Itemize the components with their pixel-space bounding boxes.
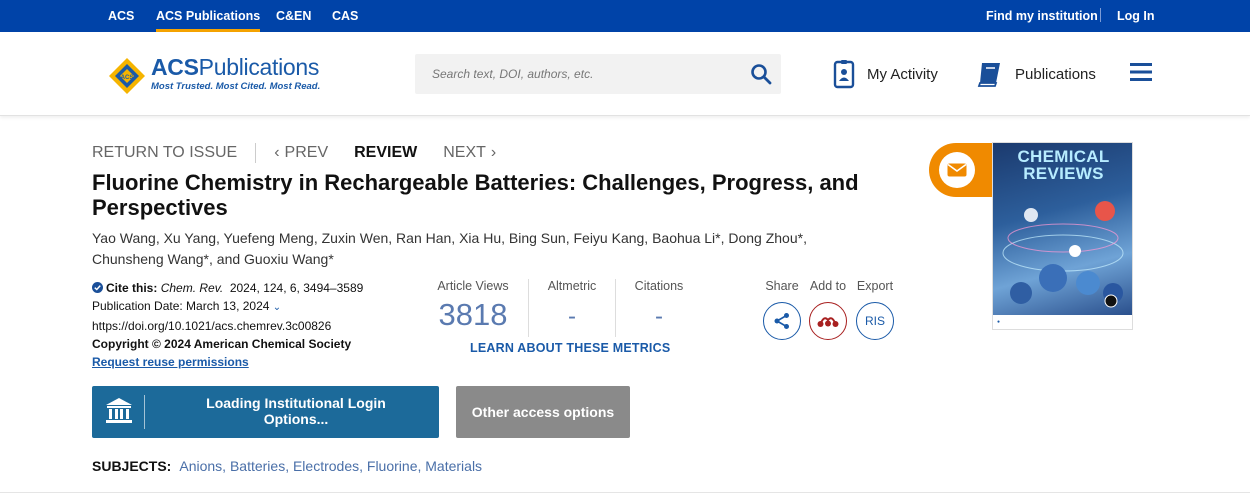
share-tool: Share (762, 279, 802, 340)
institution-building-icon (106, 398, 132, 423)
cite-this[interactable]: Cite this: Chem. Rev. 2024, 124, 6, 3494… (92, 279, 402, 297)
add-to-label: Add to (809, 279, 847, 293)
article-authors: Yao Wang, Xu Yang, Yuefeng Meng, Zuxin W… (92, 230, 807, 267)
metric-divider (528, 279, 529, 337)
journal-cover-image[interactable]: CHEMICAL REVIEWS ● (992, 142, 1133, 330)
citations-label: Citations (634, 279, 684, 293)
topbar-link-acs-publications[interactable]: ACS Publications (156, 9, 261, 32)
button-divider (144, 395, 145, 429)
my-activity-label: My Activity (867, 65, 938, 83)
export-tool: Export RIS (855, 279, 895, 340)
cover-artwork: CHEMICAL REVIEWS (993, 143, 1132, 315)
acs-emblem-icon: ACS (109, 58, 145, 94)
cover-footer-logo: ● (997, 319, 1001, 325)
publication-date[interactable]: Publication Date: March 13, 2024 ⌄ (92, 297, 402, 317)
add-to-tool: Add to (808, 279, 848, 340)
ris-label: RIS (864, 314, 885, 328)
search-input[interactable] (415, 54, 735, 94)
return-to-issue-link[interactable]: RETURN TO ISSUE (92, 144, 237, 162)
cover-title: CHEMICAL REVIEWS (1017, 147, 1110, 183)
other-access-options-button[interactable]: Other access options (456, 386, 630, 438)
citations-value: - (655, 303, 663, 330)
learn-metrics-link[interactable]: LEARN ABOUT THESE METRICS (470, 341, 670, 355)
publications-button[interactable]: Publications (975, 58, 1096, 90)
article-metrics: Article Views 3818 Altmetric - Citations… (424, 279, 704, 339)
search-icon[interactable] (749, 62, 773, 86)
svg-text:ACS: ACS (121, 75, 134, 81)
citations-metric: Citations - (618, 279, 700, 337)
article-type-label: REVIEW (354, 144, 418, 161)
subjects-links[interactable]: Anions, Batteries, Electrodes, Fluorine,… (179, 458, 482, 474)
add-to-mendeley-button[interactable] (809, 302, 847, 340)
altmetric-value: - (568, 303, 576, 330)
institutional-login-button[interactable]: Loading Institutional Login Options... (92, 386, 439, 438)
article-views-value: 3818 (438, 297, 508, 332)
mendeley-icon (817, 317, 839, 327)
share-label: Share (765, 279, 799, 293)
topbar-link-acs[interactable]: ACS (108, 9, 134, 23)
reuse-permissions-link[interactable]: Request reuse permissions (92, 353, 402, 371)
logo-tagline: Most Trusted. Most Cited. Most Read. (151, 81, 321, 92)
logo-wordmark: ACSPublications (151, 54, 320, 80)
article-views-metric: Article Views 3818 (424, 279, 522, 337)
my-activity-button[interactable]: My Activity (833, 58, 938, 90)
acs-publications-logo[interactable]: ACS ACSPublications Most Trusted. Most C… (107, 54, 327, 98)
institutional-login-label: Loading Institutional Login Options... (206, 395, 386, 427)
share-icon (774, 313, 789, 329)
envelope-icon (947, 163, 967, 177)
altmetric-label: Altmetric (547, 279, 597, 293)
top-navigation-bar: ACS ACS Publications C&EN CAS Find my in… (0, 0, 1250, 32)
site-header: ACS ACSPublications Most Trusted. Most C… (0, 32, 1250, 116)
metric-divider (615, 279, 616, 337)
publications-label: Publications (1015, 65, 1096, 83)
divider (0, 492, 1250, 493)
email-icon-circle (939, 152, 975, 188)
article-title: Fluorine Chemistry in Rechargeable Batte… (92, 170, 859, 220)
email-alerts-tab[interactable] (929, 143, 999, 197)
topbar-link-cen[interactable]: C&EN (276, 9, 311, 23)
altmetric-metric: Altmetric - (530, 279, 614, 337)
id-badge-icon (833, 60, 855, 89)
chevron-right-icon: › (490, 144, 497, 161)
nav-divider (255, 143, 257, 163)
article-navigation: RETURN TO ISSUE ‹ PREV REVIEW NEXT › (92, 143, 496, 163)
copyright: Copyright © 2024 American Chemical Socie… (92, 337, 352, 351)
doi-link[interactable]: https://doi.org/10.1021/acs.chemrev.3c00… (92, 317, 402, 335)
subjects-label: SUBJECTS: (92, 458, 172, 474)
next-link[interactable]: NEXT › (443, 144, 496, 162)
check-circle-icon (92, 282, 103, 293)
topbar-divider (1100, 8, 1101, 22)
prev-link[interactable]: ‹ PREV (274, 144, 328, 162)
search-box (415, 54, 781, 94)
chevron-down-icon: ⌄ (272, 302, 282, 313)
book-icon (977, 63, 1000, 87)
article-meta: Cite this: Chem. Rev. 2024, 124, 6, 3494… (92, 279, 402, 371)
export-label: Export (856, 279, 894, 293)
topbar-link-cas[interactable]: CAS (332, 9, 358, 23)
hamburger-menu-icon[interactable] (1130, 62, 1152, 82)
find-institution-link[interactable]: Find my institution (986, 9, 1098, 23)
share-button[interactable] (763, 302, 801, 340)
subjects: SUBJECTS: Anions, Batteries, Electrodes,… (92, 458, 482, 474)
export-ris-button[interactable]: RIS (856, 302, 894, 340)
login-link[interactable]: Log In (1117, 9, 1155, 23)
article-views-label: Article Views (437, 279, 509, 293)
chevron-left-icon: ‹ (274, 144, 280, 161)
